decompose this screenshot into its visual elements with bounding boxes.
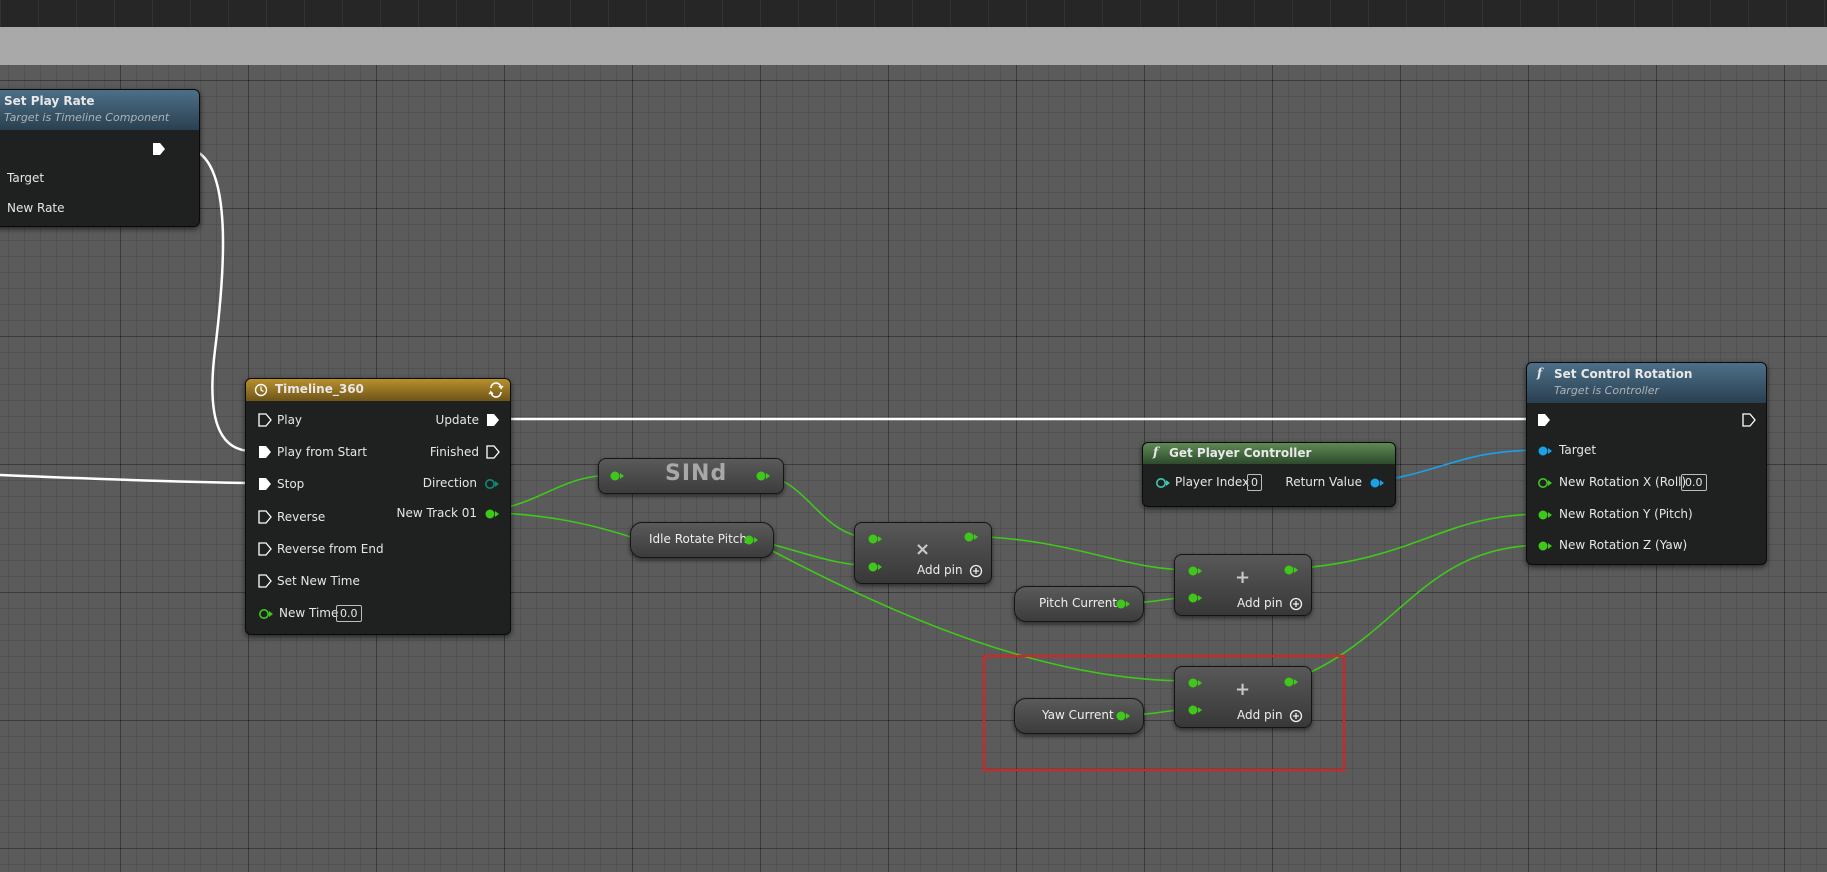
player-index-pin[interactable]: [1155, 477, 1171, 489]
roll-label: New Rotation X (Roll): [1559, 475, 1687, 489]
play-from-start-pin[interactable]: [258, 445, 272, 459]
roll-value-field[interactable]: 0.0: [1681, 474, 1707, 491]
add-pitch-add-pin-button[interactable]: Add pin: [1237, 596, 1283, 610]
exec-in-pin[interactable]: [1537, 413, 1551, 427]
update-pin[interactable]: [486, 413, 500, 427]
sind-title: SINd: [665, 461, 728, 486]
roll-pin[interactable]: [1537, 477, 1553, 489]
player-index-label: Player Index: [1175, 475, 1250, 489]
idle-rotate-pitch-output-pin[interactable]: [743, 534, 759, 546]
multiply-input-b-pin[interactable]: [867, 561, 883, 573]
new-rate-pin-label[interactable]: New Rate: [7, 201, 65, 215]
new-track-pin[interactable]: [484, 508, 500, 520]
idle-rotate-pitch-label: Idle Rotate Pitch: [649, 532, 748, 546]
set-play-rate-title: Set Play Rate: [4, 94, 95, 108]
multiply-add-pin-icon[interactable]: [969, 564, 983, 578]
direction-pin[interactable]: [484, 478, 500, 490]
reverse-pin[interactable]: [258, 510, 272, 524]
add-pitch-input-a-pin[interactable]: [1187, 565, 1203, 577]
loop-icon: [488, 382, 504, 398]
add-pitch-input-b-pin[interactable]: [1187, 592, 1203, 604]
highlight-box: [983, 655, 1345, 771]
timeline-header: Timeline_360: [246, 379, 510, 401]
add-pitch-add-pin-label: Add pin: [1237, 596, 1283, 610]
yaw-label: New Rotation Z (Yaw): [1559, 538, 1688, 552]
direction-label: Direction: [422, 476, 477, 490]
target-pin-label[interactable]: Target: [7, 171, 44, 185]
sind-input-pin[interactable]: [609, 470, 625, 482]
add-pitch-output-pin[interactable]: [1283, 564, 1299, 576]
get-player-controller-node[interactable]: f Get Player Controller Player Index 0 R…: [1142, 442, 1396, 507]
stop-pin[interactable]: [258, 477, 272, 491]
exec-out-pin[interactable]: [152, 142, 166, 156]
play-from-start-label: Play from Start: [277, 445, 367, 459]
get-player-controller-title: Get Player Controller: [1169, 446, 1312, 460]
clock-icon: [254, 383, 268, 397]
add-pitch-add-pin-icon[interactable]: [1289, 597, 1303, 611]
multiply-add-pin-button[interactable]: Add pin: [917, 563, 963, 577]
sind-output-pin[interactable]: [755, 470, 771, 482]
set-control-rotation-node[interactable]: f Set Control Rotation Target is Control…: [1526, 362, 1767, 565]
add-pitch-node[interactable]: + Add pin: [1174, 554, 1312, 616]
pitch-current-label: Pitch Current: [1039, 596, 1118, 610]
return-value-label: Return Value: [1285, 475, 1362, 489]
function-icon: f: [1537, 366, 1543, 380]
play-pin[interactable]: [258, 413, 272, 427]
reverse-from-end-pin[interactable]: [258, 542, 272, 556]
timeline-node[interactable]: Timeline_360 Play Play from Start Stop R…: [245, 378, 511, 635]
target-pin[interactable]: [1537, 445, 1553, 457]
multiply-node[interactable]: × Add pin: [854, 522, 992, 584]
graph-title-bar: [0, 27, 1827, 65]
new-time-label: New Time: [279, 606, 339, 620]
new-time-value-field[interactable]: 0.0: [336, 605, 362, 622]
set-control-rotation-header: f Set Control Rotation Target is Control…: [1527, 363, 1766, 403]
target-label: Target: [1559, 443, 1597, 457]
exec-out-pin[interactable]: [1742, 413, 1756, 427]
pitch-pin[interactable]: [1537, 509, 1553, 521]
update-label: Update: [435, 413, 479, 427]
set-play-rate-header: Set Play Rate Target is Timeline Compone…: [0, 90, 199, 130]
add-pitch-operator-icon: +: [1235, 567, 1251, 588]
multiply-output-pin[interactable]: [963, 531, 979, 543]
top-toolbar-strip: [0, 0, 1827, 28]
set-play-rate-node[interactable]: Set Play Rate Target is Timeline Compone…: [0, 89, 200, 227]
stop-label: Stop: [277, 477, 305, 491]
set-control-rotation-title: Set Control Rotation: [1554, 367, 1693, 381]
set-play-rate-subtitle: Target is Timeline Component: [4, 111, 170, 124]
set-new-time-label: Set New Time: [277, 574, 360, 588]
get-player-controller-header: f Get Player Controller: [1143, 443, 1395, 464]
reverse-from-end-label: Reverse from End: [277, 542, 384, 556]
pitch-label: New Rotation Y (Pitch): [1559, 507, 1693, 521]
multiply-add-pin-label: Add pin: [917, 563, 963, 577]
pitch-current-output-pin[interactable]: [1115, 598, 1131, 610]
play-label: Play: [277, 413, 303, 427]
finished-label: Finished: [429, 445, 479, 459]
multiply-input-a-pin[interactable]: [867, 533, 883, 545]
idle-rotate-pitch-variable[interactable]: Idle Rotate Pitch: [630, 522, 774, 558]
sind-node[interactable]: SINd: [598, 458, 784, 494]
set-control-rotation-subtitle: Target is Controller: [1554, 384, 1660, 397]
timeline-title: Timeline_360: [275, 382, 364, 396]
yaw-pin[interactable]: [1537, 540, 1553, 552]
player-index-value-field[interactable]: 0: [1247, 474, 1262, 491]
new-time-pin[interactable]: [258, 608, 274, 620]
pitch-current-variable[interactable]: Pitch Current: [1014, 586, 1144, 622]
reverse-label: Reverse: [277, 510, 326, 524]
new-track-label: New Track 01: [396, 506, 477, 520]
return-value-pin[interactable]: [1369, 477, 1385, 489]
multiply-operator-icon: ×: [915, 539, 931, 560]
finished-pin[interactable]: [486, 445, 500, 459]
set-new-time-pin[interactable]: [258, 574, 272, 588]
function-icon: f: [1153, 445, 1159, 459]
